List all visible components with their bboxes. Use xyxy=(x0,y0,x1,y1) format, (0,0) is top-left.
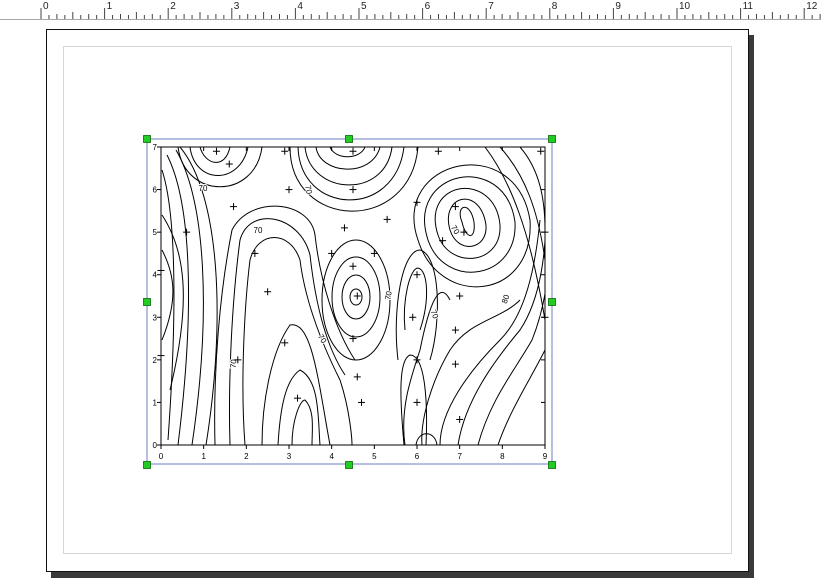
data-point-marker xyxy=(413,398,421,406)
data-point-marker xyxy=(349,186,357,194)
data-point-marker xyxy=(541,313,549,321)
data-point-marker xyxy=(541,228,549,236)
data-point-marker xyxy=(294,394,302,402)
resize-handle[interactable] xyxy=(548,135,556,143)
data-point-marker xyxy=(409,313,417,321)
resize-handle[interactable] xyxy=(548,461,556,469)
x-tick-label: 7 xyxy=(457,452,462,461)
contour-line xyxy=(459,206,475,236)
x-tick-label: 2 xyxy=(244,452,249,461)
x-tick-label: 6 xyxy=(415,452,420,461)
data-point-marker xyxy=(460,228,468,236)
data-point-marker xyxy=(225,160,233,168)
data-point-marker xyxy=(353,373,361,381)
data-point-marker xyxy=(157,266,165,274)
contour-value-label: 70 xyxy=(449,224,462,237)
contour-line xyxy=(457,200,545,445)
data-point-marker xyxy=(281,339,289,347)
contour-line xyxy=(403,267,428,331)
resize-handle[interactable] xyxy=(345,461,353,469)
resize-handle[interactable] xyxy=(345,135,353,143)
data-point-marker xyxy=(212,147,220,155)
contour-line xyxy=(161,249,174,341)
contour-value-label: 70 xyxy=(316,333,329,346)
y-tick-label: 4 xyxy=(153,271,158,280)
contour-line xyxy=(315,147,381,170)
contour-value-label: 70 xyxy=(254,226,263,235)
y-tick-label: 5 xyxy=(153,228,158,237)
contour-line xyxy=(242,237,353,445)
x-tick-label: 9 xyxy=(543,452,548,461)
data-point-marker xyxy=(285,186,293,194)
resize-handle[interactable] xyxy=(143,298,151,306)
contour-line xyxy=(413,164,531,288)
data-point-marker xyxy=(383,215,391,223)
x-tick-label: 0 xyxy=(159,452,164,461)
contour-line xyxy=(291,399,313,445)
y-tick-label: 7 xyxy=(153,143,158,152)
data-point-marker xyxy=(434,147,442,155)
contour-line xyxy=(229,218,346,445)
contour-value-label: 70 xyxy=(303,184,314,195)
contour-line xyxy=(177,147,263,188)
data-point-marker xyxy=(157,352,165,360)
contour-line xyxy=(395,249,438,361)
contour-line xyxy=(329,147,366,158)
data-point-marker xyxy=(358,398,366,406)
contour-line xyxy=(331,256,381,338)
data-point-marker xyxy=(340,224,348,232)
resize-handle[interactable] xyxy=(143,461,151,469)
data-point-marker xyxy=(537,147,545,155)
data-point-marker xyxy=(370,249,378,257)
contour-line xyxy=(214,205,356,445)
data-point-marker xyxy=(413,198,421,206)
x-tick-label: 5 xyxy=(372,452,377,461)
contour-line xyxy=(519,147,545,231)
contour-line xyxy=(497,349,545,445)
data-point-marker xyxy=(281,147,289,155)
data-point-marker xyxy=(451,360,459,368)
data-point-marker xyxy=(349,147,357,155)
contour-line xyxy=(199,147,231,163)
x-tick-label: 3 xyxy=(287,452,292,461)
contour-line xyxy=(499,147,545,261)
data-point-marker xyxy=(451,326,459,334)
data-point-marker xyxy=(328,249,336,257)
data-point-marker xyxy=(439,237,447,245)
x-tick-label: 4 xyxy=(329,452,334,461)
resize-handle[interactable] xyxy=(143,135,151,143)
contour-line xyxy=(289,147,419,212)
data-point-marker xyxy=(183,228,191,236)
data-point-marker xyxy=(456,415,464,423)
axes: 0 1 2 3 4 5 6 7 8 9 0 1 2 3 4 5 6 7 xyxy=(153,143,548,461)
contour-value-label: 70 xyxy=(383,290,394,301)
data-point-marker xyxy=(413,271,421,279)
y-tick-label: 3 xyxy=(153,313,158,322)
y-tick-label: 0 xyxy=(153,441,158,450)
x-tick-label: 8 xyxy=(500,452,505,461)
selection-frame[interactable] xyxy=(146,138,553,465)
contour-line xyxy=(349,288,363,306)
data-point-marker xyxy=(353,292,361,300)
data-point-marker xyxy=(251,249,259,257)
contour-map-plot[interactable]: 0 1 2 3 4 5 6 7 8 90123456770 7070707070708070 xyxy=(0,0,821,579)
data-point-marker xyxy=(349,262,357,270)
data-point-marker xyxy=(456,292,464,300)
y-tick-label: 1 xyxy=(153,398,158,407)
contour-line xyxy=(424,176,516,273)
y-tick-label: 6 xyxy=(153,186,158,195)
contour-value-label: 70 xyxy=(199,184,208,193)
y-tick-label: 2 xyxy=(153,356,158,365)
contour-value-label: 80 xyxy=(500,293,512,305)
resize-handle[interactable] xyxy=(548,298,556,306)
data-point-marker xyxy=(264,288,272,296)
contour-line xyxy=(341,274,371,320)
contour-value-label: 70 xyxy=(429,308,441,320)
data-point-marker xyxy=(230,203,238,211)
x-tick-label: 1 xyxy=(201,452,206,461)
